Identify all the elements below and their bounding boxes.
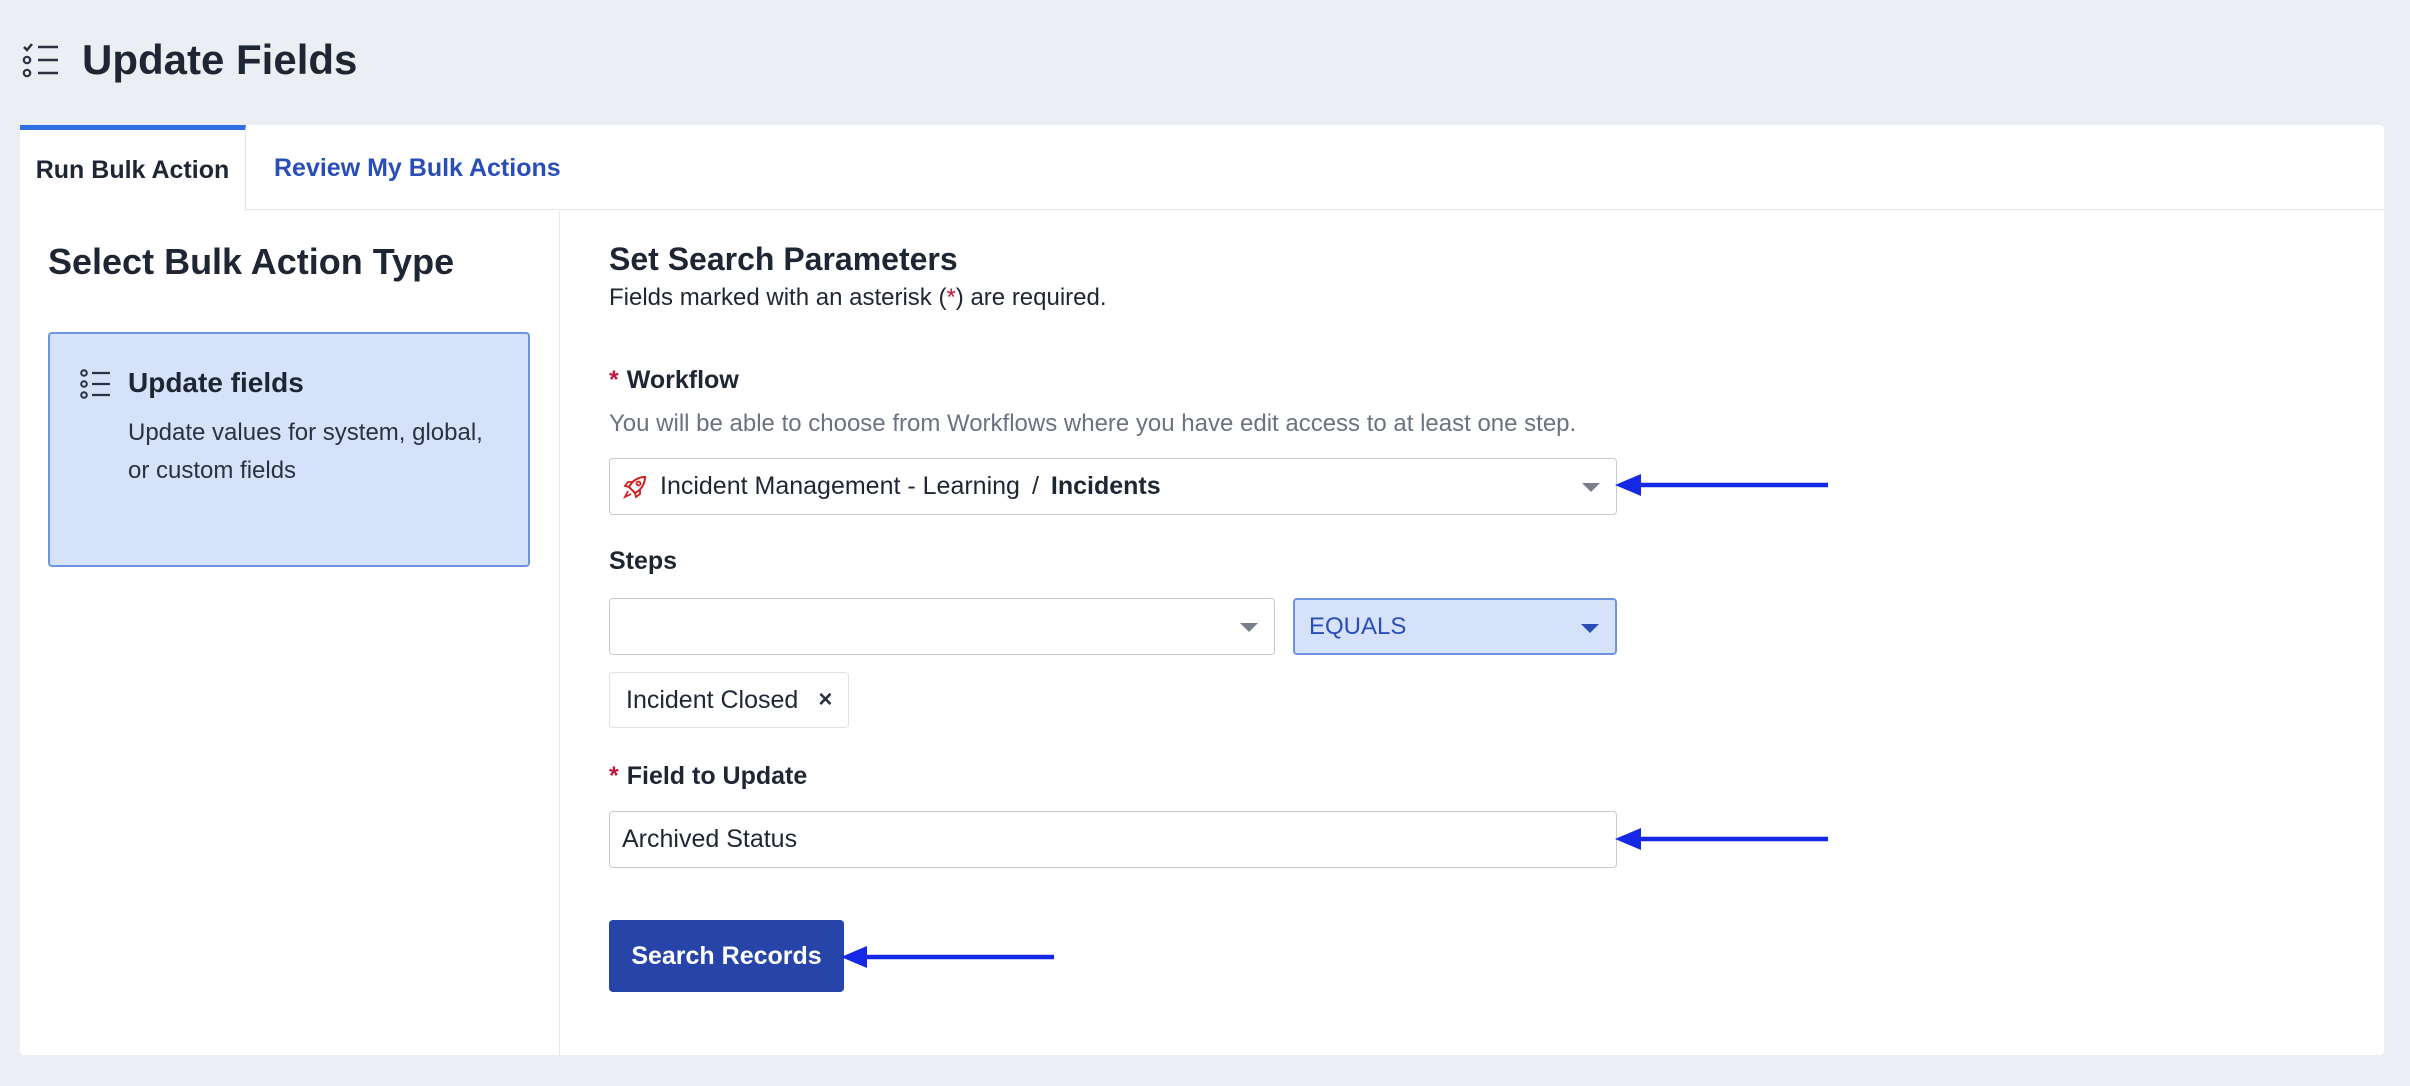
bulk-action-type-title: Select Bulk Action Type [48, 241, 455, 282]
workflow-separator: / [1031, 472, 1039, 500]
update-fields-type-card[interactable]: Update fields Update values for system, … [48, 332, 530, 567]
field-to-update-label-text: Field to Update [626, 762, 808, 790]
operator-select[interactable]: EQUALS [1293, 598, 1617, 655]
bulk-action-type-panel: Select Bulk Action Type Update fields Up… [20, 211, 560, 1055]
search-records-button[interactable]: Search Records [609, 920, 844, 992]
steps-label: Steps [609, 547, 678, 575]
required-fields-note: Fields marked with an asterisk (*) are r… [609, 284, 1107, 312]
required-note-star: * [946, 284, 956, 311]
steps-select[interactable] [609, 598, 1275, 655]
page-title: Update Fields [82, 36, 358, 83]
page-header: Update Fields [22, 30, 357, 90]
type-card-description: Update values for system, global, or cus… [128, 419, 483, 484]
required-note-suffix: ) are required. [955, 284, 1107, 311]
required-note-prefix: Fields marked with an asterisk ( [609, 284, 947, 311]
annotation-arrow-icon [1615, 474, 1828, 496]
annotation-arrow-icon [841, 946, 1054, 968]
required-star: * [609, 762, 619, 790]
close-icon[interactable]: × [818, 686, 832, 714]
workflow-app-name: Incident Management - Learning [660, 472, 1020, 500]
workflow-help-text: You will be able to choose from Workflow… [609, 410, 1577, 437]
chevron-down-icon [1582, 483, 1600, 492]
operator-value: EQUALS [1309, 612, 1407, 640]
workflow-label-text: Workflow [626, 366, 739, 394]
field-to-update-label: * Field to Update [609, 762, 807, 791]
field-to-update-input[interactable] [609, 811, 1617, 868]
step-chip-label: Incident Closed [626, 685, 799, 714]
type-card-title: Update fields [128, 367, 304, 398]
step-chip: Incident Closed × [609, 672, 850, 728]
workflow-name: Incidents [1050, 472, 1161, 500]
bulk-action-card: Run Bulk Action Review My Bulk Actions S… [20, 125, 2384, 1055]
tab-run-bulk-action[interactable]: Run Bulk Action [20, 125, 246, 211]
tab-review-my-bulk-actions[interactable]: Review My Bulk Actions [246, 125, 589, 211]
workflow-label: * Workflow [609, 366, 739, 395]
list-icon [80, 368, 112, 405]
rocket-icon [622, 474, 648, 500]
chevron-down-icon [1240, 623, 1258, 632]
search-parameters-title: Set Search Parameters [609, 241, 958, 277]
checklist-icon [22, 41, 60, 79]
search-parameters-panel: Set Search Parameters Fields marked with… [590, 211, 2384, 1055]
tab-bar: Run Bulk Action Review My Bulk Actions [20, 125, 2384, 211]
annotation-arrow-icon [1615, 828, 1828, 850]
chevron-down-icon [1581, 624, 1599, 633]
required-star: * [609, 366, 619, 394]
workflow-select[interactable]: Incident Management - Learning / Inciden… [609, 458, 1617, 515]
